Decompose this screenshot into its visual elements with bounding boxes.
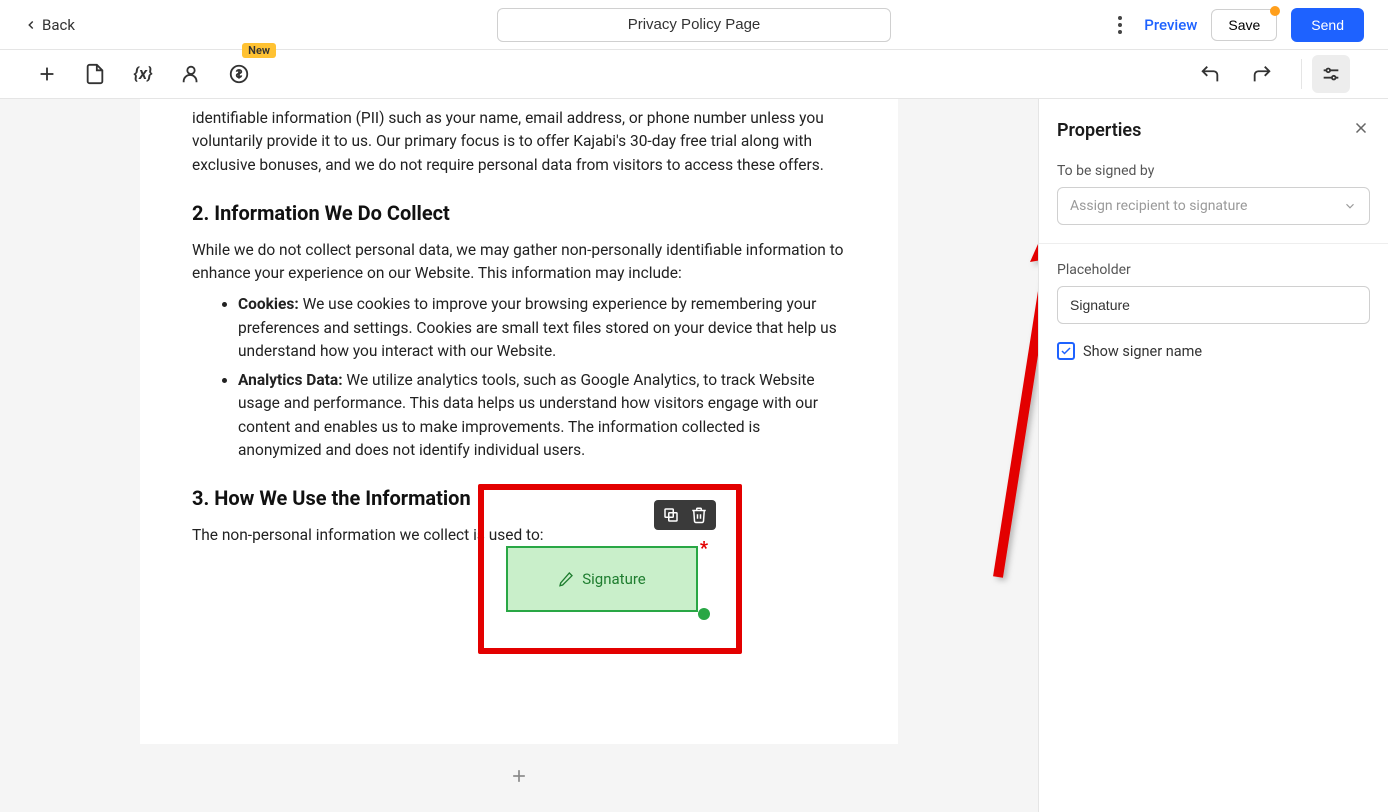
redo-icon [1251, 63, 1273, 85]
signature-field-highlight: * Signature [478, 484, 742, 654]
new-badge: New [242, 43, 276, 58]
plus-icon [36, 63, 58, 85]
close-icon [1352, 119, 1370, 137]
close-properties-button[interactable] [1352, 119, 1370, 141]
save-button[interactable]: Save [1211, 9, 1277, 41]
back-button[interactable]: Back [24, 16, 75, 34]
list-item: Cookies: We use cookies to improve your … [238, 293, 846, 363]
preview-button[interactable]: Preview [1144, 16, 1197, 34]
list-item: Analytics Data: We utilize analytics too… [238, 369, 846, 462]
assign-recipient-select[interactable]: Assign recipient to signature [1057, 187, 1370, 225]
unsaved-indicator-icon [1270, 6, 1280, 16]
more-menu-button[interactable] [1110, 12, 1130, 38]
document-page[interactable]: identifiable information (PII) such as y… [140, 99, 898, 744]
document-title-input[interactable] [497, 8, 891, 42]
field-toolbar [654, 500, 716, 530]
duplicate-icon[interactable] [662, 506, 680, 524]
plus-icon [509, 766, 529, 786]
chevron-down-icon [1343, 199, 1357, 213]
heading-2: 2. Information We Do Collect [192, 201, 846, 225]
add-page-button[interactable] [505, 762, 533, 790]
undo-button[interactable] [1191, 55, 1229, 93]
person-button[interactable] [172, 55, 210, 93]
dollar-circle-icon [228, 63, 250, 85]
chevron-left-icon [24, 18, 38, 32]
properties-title: Properties [1057, 120, 1141, 141]
properties-panel: Properties To be signed by Assign recipi… [1038, 99, 1388, 812]
person-icon [180, 63, 202, 85]
resize-handle-icon[interactable] [698, 608, 710, 620]
product-button[interactable]: New [220, 55, 258, 93]
send-button[interactable]: Send [1291, 8, 1364, 42]
settings-toggle-button[interactable] [1312, 55, 1350, 93]
paragraph: identifiable information (PII) such as y… [192, 107, 846, 177]
document-icon [84, 63, 106, 85]
document-button[interactable] [76, 55, 114, 93]
placeholder-input[interactable] [1057, 286, 1370, 324]
show-signer-name-checkbox[interactable]: Show signer name [1057, 342, 1370, 360]
trash-icon[interactable] [690, 506, 708, 524]
to-be-signed-by-label: To be signed by [1057, 163, 1370, 179]
placeholder-label: Placeholder [1057, 262, 1370, 278]
variable-button[interactable]: {x} [124, 55, 162, 93]
back-label: Back [42, 16, 75, 34]
paragraph: While we do not collect personal data, w… [192, 239, 846, 286]
sliders-icon [1320, 63, 1342, 85]
undo-icon [1199, 63, 1221, 85]
signature-field[interactable]: Signature [506, 546, 698, 612]
annotation-arrow-icon [948, 207, 1038, 607]
check-icon [1060, 345, 1072, 357]
required-asterisk-icon: * [700, 538, 708, 559]
add-element-button[interactable] [28, 55, 66, 93]
redo-button[interactable] [1243, 55, 1281, 93]
pen-icon [558, 571, 574, 587]
